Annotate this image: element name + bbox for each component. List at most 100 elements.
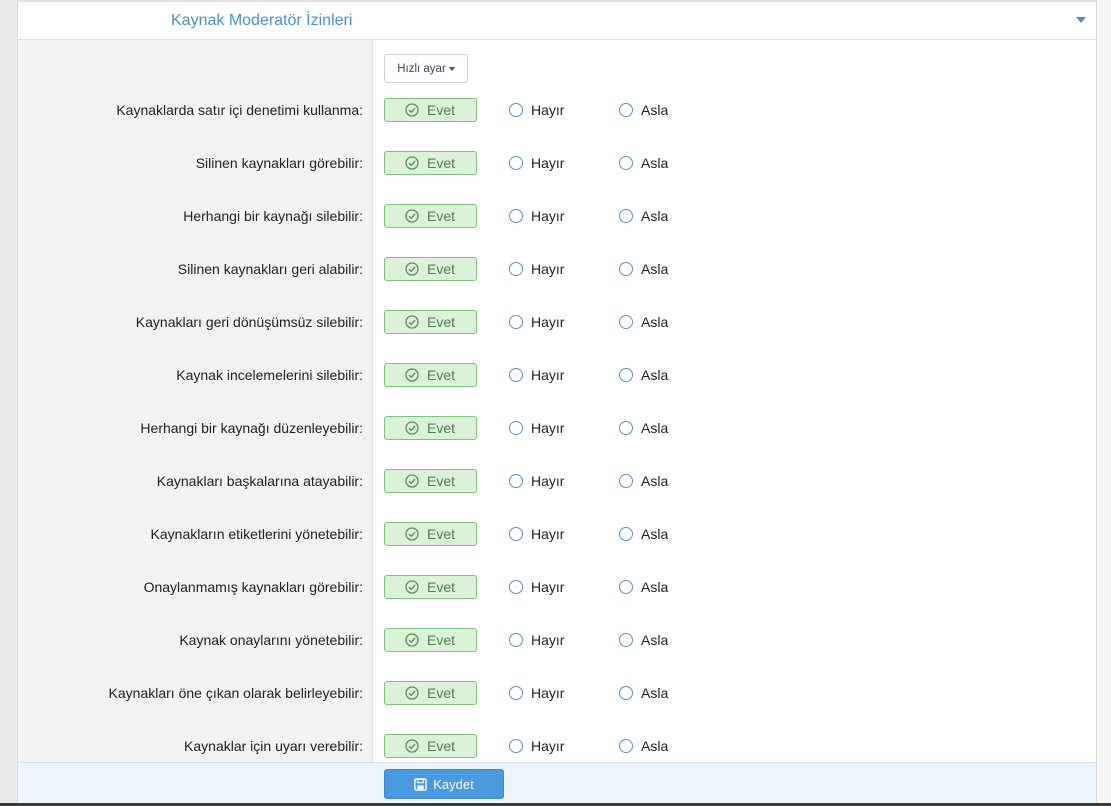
permission-label: Silinen kaynakları geri alabilir: [177, 261, 363, 277]
check-circle-icon [405, 315, 419, 329]
radio-icon[interactable] [619, 739, 633, 753]
option-no[interactable]: Hayır [509, 575, 564, 599]
option-no[interactable]: Hayır [509, 151, 564, 175]
radio-icon[interactable] [619, 580, 633, 594]
radio-icon[interactable] [619, 421, 633, 435]
radio-icon[interactable] [509, 474, 523, 488]
option-no-label: Hayır [531, 314, 565, 330]
radio-icon[interactable] [619, 633, 633, 647]
option-never[interactable]: Asla [619, 363, 668, 387]
quick-set-dropdown[interactable]: Hızlı ayar [384, 54, 468, 83]
option-no[interactable]: Hayır [509, 416, 564, 440]
permission-row: Herhangi bir kaynağı düzenleyebilir: Eve… [18, 413, 1096, 443]
radio-icon[interactable] [509, 739, 523, 753]
option-never[interactable]: Asla [619, 98, 668, 122]
option-never[interactable]: Asla [619, 734, 668, 758]
permission-row: Herhangi bir kaynağı silebilir: Evet Hay… [18, 201, 1096, 231]
option-yes-label: Evet [427, 526, 456, 542]
option-never-label: Asla [641, 208, 669, 224]
permission-label: Onaylanmamış kaynakları görebilir: [143, 579, 363, 595]
option-yes[interactable]: Evet [384, 257, 477, 281]
option-no[interactable]: Hayır [509, 204, 564, 228]
option-no-label: Hayır [531, 420, 565, 436]
radio-icon[interactable] [509, 527, 523, 541]
option-no[interactable]: Hayır [509, 522, 564, 546]
option-no-label: Hayır [531, 102, 565, 118]
option-yes[interactable]: Evet [384, 310, 477, 334]
option-no[interactable]: Hayır [509, 628, 564, 652]
option-yes[interactable]: Evet [384, 575, 477, 599]
radio-icon[interactable] [509, 209, 523, 223]
option-yes[interactable]: Evet [384, 363, 477, 387]
save-label: Kaydet [433, 776, 474, 792]
option-yes[interactable]: Evet [384, 734, 477, 758]
option-no[interactable]: Hayır [509, 98, 564, 122]
radio-icon[interactable] [509, 156, 523, 170]
option-yes-label: Evet [427, 367, 456, 383]
option-never[interactable]: Asla [619, 628, 668, 652]
option-never[interactable]: Asla [619, 469, 668, 493]
option-yes[interactable]: Evet [384, 416, 477, 440]
check-circle-icon [405, 368, 419, 382]
option-no[interactable]: Hayır [509, 681, 564, 705]
radio-icon[interactable] [509, 103, 523, 117]
permission-label: Kaynakların etiketlerini yönetebilir: [150, 526, 363, 542]
option-never[interactable]: Asla [619, 310, 668, 334]
radio-icon[interactable] [509, 633, 523, 647]
option-yes[interactable]: Evet [384, 522, 477, 546]
radio-icon[interactable] [509, 421, 523, 435]
radio-icon[interactable] [509, 315, 523, 329]
option-never-label: Asla [641, 632, 669, 648]
check-circle-icon [405, 633, 419, 647]
option-never[interactable]: Asla [619, 416, 668, 440]
option-no[interactable]: Hayır [509, 734, 564, 758]
radio-icon[interactable] [619, 474, 633, 488]
option-yes[interactable]: Evet [384, 98, 477, 122]
caret-down-icon[interactable] [1076, 17, 1086, 23]
radio-icon[interactable] [619, 262, 633, 276]
permission-row: Kaynakların etiketlerini yönetebilir: Ev… [18, 519, 1096, 549]
option-no-label: Hayır [531, 526, 565, 542]
option-yes[interactable]: Evet [384, 151, 477, 175]
option-yes[interactable]: Evet [384, 681, 477, 705]
option-no[interactable]: Hayır [509, 363, 564, 387]
permission-row: Kaynakları geri dönüşümsüz silebilir: Ev… [18, 307, 1096, 337]
radio-icon[interactable] [619, 209, 633, 223]
option-never[interactable]: Asla [619, 151, 668, 175]
option-never[interactable]: Asla [619, 681, 668, 705]
check-circle-icon [405, 686, 419, 700]
radio-icon[interactable] [619, 368, 633, 382]
radio-icon[interactable] [619, 686, 633, 700]
permissions-panel: Kaynak Moderatör İzinleri Hızlı ayar Kay… [17, 0, 1097, 806]
radio-icon[interactable] [509, 368, 523, 382]
option-no[interactable]: Hayır [509, 469, 564, 493]
option-yes-label: Evet [427, 579, 456, 595]
option-yes[interactable]: Evet [384, 628, 477, 652]
option-no-label: Hayır [531, 208, 565, 224]
option-no-label: Hayır [531, 367, 565, 383]
radio-icon[interactable] [619, 315, 633, 329]
option-yes[interactable]: Evet [384, 204, 477, 228]
check-circle-icon [405, 156, 419, 170]
option-never[interactable]: Asla [619, 204, 668, 228]
radio-icon[interactable] [509, 580, 523, 594]
page-gutter [1097, 0, 1111, 806]
option-never[interactable]: Asla [619, 575, 668, 599]
option-never[interactable]: Asla [619, 522, 668, 546]
radio-icon[interactable] [619, 103, 633, 117]
option-yes[interactable]: Evet [384, 469, 477, 493]
save-button[interactable]: Kaydet [384, 769, 504, 799]
radio-icon[interactable] [619, 156, 633, 170]
option-yes-label: Evet [427, 261, 456, 277]
permission-label: Kaynakları başkalarına atayabilir: [156, 473, 363, 489]
radio-icon[interactable] [619, 527, 633, 541]
check-circle-icon [405, 739, 419, 753]
permission-label: Herhangi bir kaynağı düzenleyebilir: [140, 420, 363, 436]
option-never[interactable]: Asla [619, 257, 668, 281]
option-no[interactable]: Hayır [509, 310, 564, 334]
section-header[interactable]: Kaynak Moderatör İzinleri [18, 0, 1096, 40]
radio-icon[interactable] [509, 262, 523, 276]
quick-set-label: Hızlı ayar [397, 62, 446, 75]
radio-icon[interactable] [509, 686, 523, 700]
option-no[interactable]: Hayır [509, 257, 564, 281]
